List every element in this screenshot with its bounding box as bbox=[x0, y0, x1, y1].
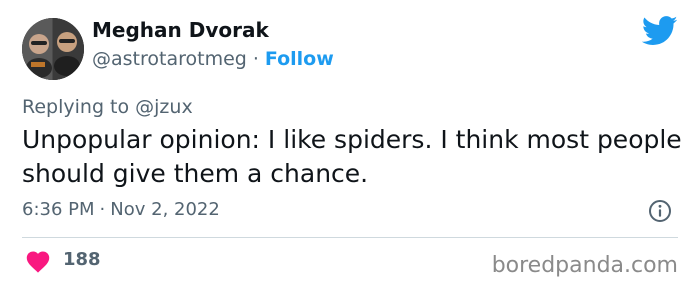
tweet-time: 6:36 PM bbox=[22, 199, 95, 220]
watermark: boredpanda.com bbox=[491, 253, 678, 278]
avatar-photo bbox=[22, 18, 84, 80]
handle-separator: · bbox=[252, 48, 259, 70]
divider bbox=[22, 237, 678, 238]
author-name[interactable]: Meghan Dvorak bbox=[92, 18, 269, 42]
tweet-text: Unpopular opinion: I like spiders. I thi… bbox=[22, 125, 682, 188]
tweet-date: Nov 2, 2022 bbox=[110, 199, 220, 220]
tweet-timestamp[interactable]: 6:36 PM · Nov 2, 2022 bbox=[22, 199, 220, 220]
avatar[interactable] bbox=[22, 18, 84, 80]
like-count[interactable]: 188 bbox=[63, 249, 101, 270]
tweet-card: Meghan Dvorak @astrotarotmeg · Follow Repl… bbox=[0, 0, 700, 288]
info-icon[interactable] bbox=[648, 199, 672, 223]
heart-icon[interactable] bbox=[24, 249, 52, 273]
follow-button[interactable]: Follow bbox=[265, 48, 334, 70]
twitter-bird-icon[interactable] bbox=[642, 16, 678, 46]
replying-to[interactable]: Replying to @jzux bbox=[22, 96, 193, 118]
timestamp-separator: · bbox=[99, 199, 106, 220]
author-handle[interactable]: @astrotarotmeg bbox=[92, 48, 247, 70]
author-handle-row: @astrotarotmeg · Follow bbox=[92, 48, 334, 70]
